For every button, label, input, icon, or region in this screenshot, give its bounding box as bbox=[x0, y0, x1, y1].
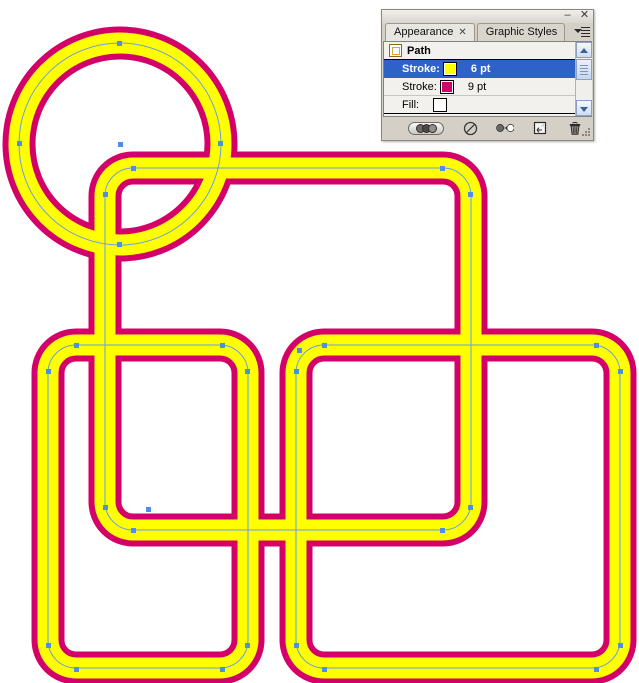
anchor-point[interactable] bbox=[103, 192, 108, 197]
stroke-1-weight[interactable]: 6 pt bbox=[471, 63, 491, 75]
close-icon[interactable]: ✕ bbox=[579, 10, 590, 21]
panel-titlebar[interactable]: – ✕ bbox=[382, 10, 593, 23]
anchor-point[interactable] bbox=[322, 667, 327, 672]
anchor-point[interactable] bbox=[117, 242, 122, 247]
fill-label: Fill: bbox=[402, 98, 420, 111]
anchor-point[interactable] bbox=[618, 369, 623, 374]
appearance-row-stroke-1[interactable]: Stroke: 6 pt bbox=[384, 60, 575, 78]
anchor-point[interactable] bbox=[218, 141, 223, 146]
clear-appearance-button[interactable] bbox=[461, 120, 479, 136]
tab-graphic-styles-label: Graphic Styles bbox=[485, 26, 558, 38]
rect-lower-left-path-guide bbox=[47, 344, 249, 669]
duplicate-selected-item-button[interactable] bbox=[531, 120, 549, 136]
anchor-point[interactable] bbox=[220, 343, 225, 348]
anchor-point[interactable] bbox=[322, 343, 327, 348]
resize-grip-icon[interactable] bbox=[582, 128, 591, 137]
anchor-point[interactable] bbox=[46, 643, 51, 648]
center-point-lower-right-rect[interactable] bbox=[297, 348, 302, 353]
appearance-list-body: Path Stroke: 6 pt Stroke: 9 pt Fill: bbox=[383, 41, 592, 117]
center-point-upper-rect[interactable] bbox=[146, 507, 151, 512]
appearance-panel-footer bbox=[382, 117, 593, 139]
rect-lower-left-inner-stroke bbox=[37, 334, 259, 679]
center-point-circle[interactable] bbox=[118, 142, 123, 147]
anchor-point[interactable] bbox=[46, 369, 51, 374]
opacity-mask-icon[interactable] bbox=[408, 121, 444, 135]
tab-appearance[interactable]: Appearance ✕ bbox=[385, 23, 475, 41]
anchor-point[interactable] bbox=[294, 643, 299, 648]
anchor-point[interactable] bbox=[103, 505, 108, 510]
stroke-2-swatch[interactable] bbox=[439, 79, 454, 94]
appearance-list: Path Stroke: 6 pt Stroke: 9 pt Fill: bbox=[384, 42, 575, 116]
appearance-row-fill[interactable]: Fill: bbox=[384, 96, 575, 114]
no-fill-icon bbox=[435, 100, 445, 110]
stroke-1-swatch[interactable] bbox=[442, 61, 457, 76]
anchor-point[interactable] bbox=[117, 41, 122, 46]
anchor-point[interactable] bbox=[618, 643, 623, 648]
down-arrow-glyph bbox=[580, 107, 588, 112]
anchor-point[interactable] bbox=[294, 369, 299, 374]
tab-appearance-label: Appearance bbox=[394, 26, 454, 38]
anchor-point[interactable] bbox=[594, 667, 599, 672]
rect-lower-left-outer-stroke bbox=[31, 328, 265, 683]
anchor-point[interactable] bbox=[74, 343, 79, 348]
anchor-point[interactable] bbox=[468, 505, 473, 510]
scroll-up-arrow-icon[interactable] bbox=[576, 42, 592, 58]
stroke-1-swatch-color bbox=[444, 63, 455, 74]
fill-swatch[interactable] bbox=[433, 97, 448, 112]
anchor-point[interactable] bbox=[17, 141, 22, 146]
anchor-point[interactable] bbox=[440, 166, 445, 171]
appearance-row-path[interactable]: Path bbox=[384, 42, 575, 60]
scroll-down-arrow-icon[interactable] bbox=[576, 100, 592, 116]
duplicate-page-icon bbox=[533, 121, 547, 135]
stroke-1-label: Stroke: bbox=[402, 62, 440, 75]
trash-icon bbox=[569, 121, 581, 135]
reduce-to-basic-appearance-button[interactable] bbox=[496, 120, 514, 136]
appearance-list-scrollbar[interactable] bbox=[575, 42, 592, 116]
scrollbar-thumb[interactable] bbox=[576, 59, 592, 80]
up-arrow-glyph bbox=[580, 48, 588, 53]
anchor-point[interactable] bbox=[468, 192, 473, 197]
appearance-row-stroke-2[interactable]: Stroke: 9 pt bbox=[384, 78, 575, 96]
appearance-panel[interactable]: – ✕ Appearance ✕ Graphic Styles Path Stro… bbox=[381, 9, 594, 141]
tab-appearance-close-icon[interactable]: ✕ bbox=[458, 27, 466, 38]
minimize-icon[interactable]: – bbox=[562, 10, 573, 21]
panel-tab-strip: Appearance ✕ Graphic Styles bbox=[382, 23, 593, 41]
panel-menu-icon[interactable] bbox=[574, 25, 590, 39]
menu-bars-icon bbox=[581, 27, 590, 39]
window-buttons: – ✕ bbox=[562, 10, 590, 21]
anchor-point[interactable] bbox=[131, 166, 136, 171]
anchor-point[interactable] bbox=[245, 369, 250, 374]
anchor-point[interactable] bbox=[440, 528, 445, 533]
appearance-path-label: Path bbox=[407, 44, 431, 57]
reduce-appearance-icon bbox=[496, 124, 514, 132]
stroke-2-label: Stroke: bbox=[402, 80, 437, 93]
anchor-point[interactable] bbox=[131, 528, 136, 533]
anchor-point[interactable] bbox=[74, 667, 79, 672]
stroke-2-weight[interactable]: 9 pt bbox=[468, 81, 486, 93]
anchor-point[interactable] bbox=[594, 343, 599, 348]
tab-graphic-styles[interactable]: Graphic Styles bbox=[476, 23, 566, 41]
anchor-point[interactable] bbox=[245, 643, 250, 648]
no-symbol-icon bbox=[463, 121, 477, 135]
anchor-point[interactable] bbox=[220, 667, 225, 672]
stroke-2-swatch-color bbox=[441, 81, 452, 92]
path-target-icon bbox=[389, 44, 402, 57]
